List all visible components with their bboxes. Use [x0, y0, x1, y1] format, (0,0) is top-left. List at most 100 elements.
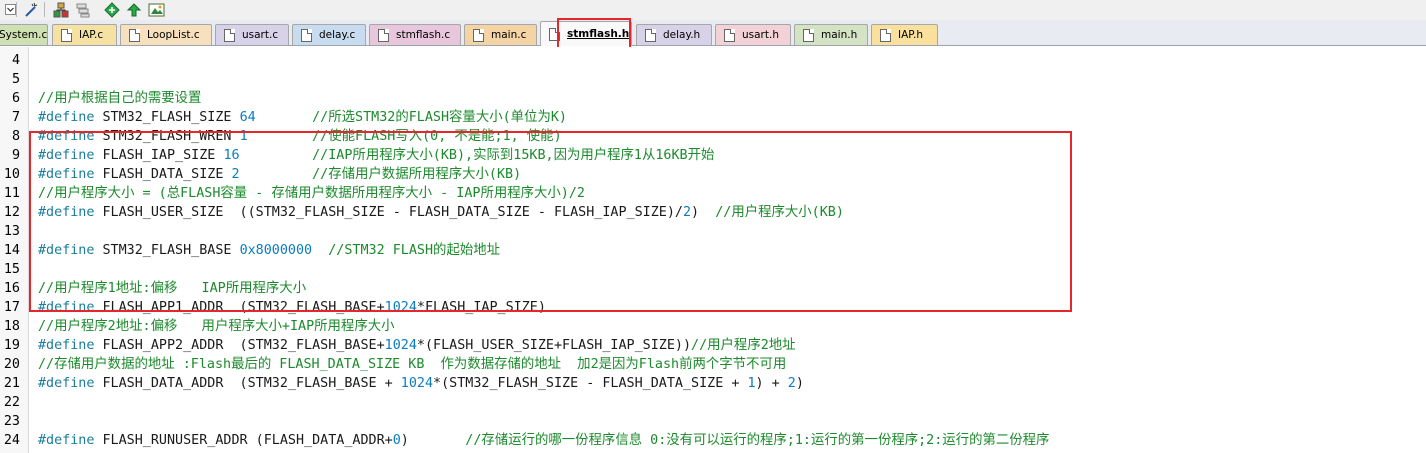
file-tab-bar: System.c IAP.c LoopList.c usart.c delay.…: [0, 20, 1426, 46]
code-line[interactable]: 23: [0, 412, 1426, 431]
code-text[interactable]: #define FLASH_DATA_ADDR (STM32_FLASH_BAS…: [38, 374, 804, 393]
tree-icon[interactable]: [125, 1, 143, 18]
line-number: 11: [3, 186, 20, 201]
code-line[interactable]: 14 #define STM32_FLASH_BASE 0x8000000 //S…: [0, 241, 1426, 260]
code-text[interactable]: #define FLASH_IAP_SIZE 16 //IAP所用程序大小(KB…: [38, 146, 714, 165]
code-text[interactable]: //用户程序2地址:偏移 用户程序大小+IAP所用程序大小: [38, 317, 395, 336]
line-number: 22: [3, 395, 20, 410]
code-line[interactable]: 17 #define FLASH_APP1_ADDR (STM32_FLASH_B…: [0, 298, 1426, 317]
file-icon: [129, 28, 140, 42]
code-text[interactable]: //用户根据自己的需要设置: [38, 89, 201, 108]
file-icon: [803, 28, 814, 42]
tab-label: main.h: [821, 29, 858, 41]
code-line[interactable]: 5: [0, 70, 1426, 89]
code-line[interactable]: 6 //用户根据自己的需要设置: [0, 89, 1426, 108]
tab-stmflash-h[interactable]: stmflash.h: [540, 21, 632, 46]
tab-delay-c[interactable]: delay.c: [292, 24, 366, 45]
line-number: 21: [3, 376, 20, 391]
line-number: 8: [11, 129, 20, 144]
code-text[interactable]: #define FLASH_DATA_SIZE 2 //存储用户数据所用程序大小…: [38, 165, 521, 184]
code-text[interactable]: //用户程序大小 = (总FLASH容量 - 存储用户数据所用程序大小 - IA…: [38, 184, 585, 203]
code-text[interactable]: #define STM32_FLASH_SIZE 64 //所选STM32的FL…: [38, 108, 567, 127]
toolbar-separator: [44, 2, 45, 17]
code-line[interactable]: 12 #define FLASH_USER_SIZE ((STM32_FLASH_…: [0, 203, 1426, 222]
code-line[interactable]: 15: [0, 260, 1426, 279]
line-number: 12: [3, 205, 20, 220]
code-line[interactable]: 9 #define FLASH_IAP_SIZE 16 //IAP所用程序大小(K…: [0, 146, 1426, 165]
tab-system-c[interactable]: System.c: [0, 24, 48, 45]
code-line[interactable]: 10 #define FLASH_DATA_SIZE 2 //存储用户数据所用程序…: [0, 165, 1426, 184]
code-line[interactable]: 19 #define FLASH_APP2_ADDR (STM32_FLASH_B…: [0, 336, 1426, 355]
file-icon: [473, 28, 484, 42]
code-line[interactable]: 13: [0, 222, 1426, 241]
tab-label: System.c: [0, 29, 48, 41]
tab-main-h[interactable]: main.h: [794, 24, 868, 45]
tab-label: stmflash.h: [567, 28, 630, 40]
code-line[interactable]: 22: [0, 393, 1426, 412]
toolbar: [0, 0, 1426, 20]
code-line[interactable]: 20 //存储用户数据的地址 :Flash最后的 FLASH_DATA_SIZE …: [0, 355, 1426, 374]
tab-usart-c[interactable]: usart.c: [215, 24, 289, 45]
tab-stmflash-c[interactable]: stmflash.c: [369, 24, 461, 45]
code-text[interactable]: #define FLASH_USER_SIZE ((STM32_FLASH_SI…: [38, 203, 844, 222]
tab-iap-c[interactable]: IAP.c: [52, 24, 117, 45]
line-number: 14: [3, 243, 20, 258]
line-number: 4: [11, 53, 20, 68]
manage-icon[interactable]: [147, 1, 165, 18]
tab-usart-h[interactable]: usart.h: [715, 24, 791, 45]
line-number: 5: [11, 72, 20, 87]
code-line[interactable]: 24 #define FLASH_RUNUSER_ADDR (FLASH_DATA…: [0, 431, 1426, 450]
tab-main-c[interactable]: main.c: [464, 24, 537, 45]
toolbar-separator: [16, 2, 17, 17]
code-text[interactable]: #define STM32_FLASH_WREN 1 //使能FLASH写入(0…: [38, 127, 562, 146]
code-line[interactable]: 7 #define STM32_FLASH_SIZE 64 //所选STM32的F…: [0, 108, 1426, 127]
code-line[interactable]: 16 //用户程序1地址:偏移 IAP所用程序大小: [0, 279, 1426, 298]
tab-label: delay.c: [319, 29, 356, 41]
code-text[interactable]: #define FLASH_RUNUSER_ADDR (FLASH_DATA_A…: [38, 431, 1049, 450]
batch-icon[interactable]: [74, 1, 92, 18]
tab-label: main.c: [491, 29, 527, 41]
line-number: 9: [11, 148, 20, 163]
code-text[interactable]: //用户程序1地址:偏移 IAP所用程序大小: [38, 279, 306, 298]
line-number: 16: [3, 281, 20, 296]
file-icon: [724, 28, 735, 42]
file-icon: [301, 28, 312, 42]
line-number: 17: [3, 300, 20, 315]
line-number: 10: [3, 167, 20, 182]
file-icon: [61, 28, 72, 42]
tab-looplist-c[interactable]: LoopList.c: [120, 24, 212, 45]
file-icon: [224, 28, 235, 42]
file-icon: [549, 27, 560, 41]
file-icon: [378, 28, 389, 42]
magic-wand-icon[interactable]: [22, 1, 40, 18]
code-text[interactable]: #define STM32_FLASH_BASE 0x8000000 //STM…: [38, 241, 500, 260]
diamond-icon[interactable]: [103, 1, 121, 18]
line-number: 15: [3, 262, 20, 277]
code-line[interactable]: 21 #define FLASH_DATA_ADDR (STM32_FLASH_B…: [0, 374, 1426, 393]
code-line[interactable]: 11 //用户程序大小 = (总FLASH容量 - 存储用户数据所用程序大小 - …: [0, 184, 1426, 203]
line-number: 24: [3, 433, 20, 448]
code-text[interactable]: #define FLASH_APP2_ADDR (STM32_FLASH_BAS…: [38, 336, 796, 355]
file-icon: [880, 28, 891, 42]
line-number: 19: [3, 338, 20, 353]
code-line[interactable]: 18 //用户程序2地址:偏移 用户程序大小+IAP所用程序大小: [0, 317, 1426, 336]
tab-delay-h[interactable]: delay.h: [636, 24, 712, 45]
line-number: 20: [3, 357, 20, 372]
tab-label: usart.h: [742, 29, 779, 41]
line-number: 7: [11, 110, 20, 125]
line-number: 13: [3, 224, 20, 239]
line-number: 23: [3, 414, 20, 429]
tab-label: usart.c: [242, 29, 279, 41]
code-line[interactable]: 8 #define STM32_FLASH_WREN 1 //使能FLASH写入(…: [0, 127, 1426, 146]
code-editor[interactable]: 4 5 6 //用户根据自己的需要设置 7 #define STM32_FLASH_SIZ…: [0, 47, 1426, 453]
line-number: 6: [11, 91, 20, 106]
code-text[interactable]: #define FLASH_APP1_ADDR (STM32_FLASH_BAS…: [38, 298, 546, 317]
tab-label: delay.h: [663, 29, 701, 41]
tab-label: LoopList.c: [147, 29, 200, 41]
translate-icon[interactable]: [52, 1, 70, 18]
code-text[interactable]: //存储用户数据的地址 :Flash最后的 FLASH_DATA_SIZE KB…: [38, 355, 786, 374]
code-line[interactable]: 4: [0, 51, 1426, 70]
tab-iap-h[interactable]: IAP.h: [871, 24, 938, 45]
line-number: 18: [3, 319, 20, 334]
file-icon: [645, 28, 656, 42]
